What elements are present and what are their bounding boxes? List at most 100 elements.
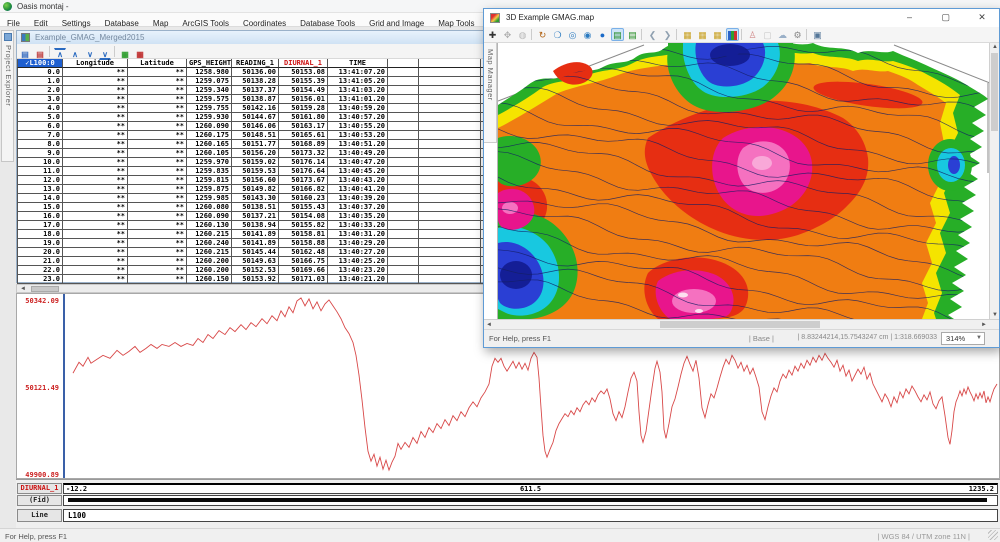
table-cell[interactable]: 50145.44 <box>232 248 279 257</box>
scrollbar-thumb[interactable] <box>31 286 59 292</box>
table-cell[interactable]: 1260.165 <box>187 140 232 149</box>
table-cell[interactable]: 50137.21 <box>232 212 279 221</box>
table-cell[interactable]: 50166.82 <box>279 185 328 194</box>
table-cell[interactable] <box>419 95 481 104</box>
table-cell[interactable] <box>388 131 419 140</box>
table-cell[interactable]: 13.0 <box>17 185 63 194</box>
table-cell[interactable]: 50138.87 <box>232 95 279 104</box>
table-cell[interactable]: ** <box>63 176 128 185</box>
table-cell[interactable] <box>419 77 481 86</box>
column-header[interactable]: Longitude <box>63 59 128 68</box>
menu-file[interactable]: File <box>0 17 27 30</box>
table-cell[interactable]: 13:40:59.20 <box>328 104 388 113</box>
table-cell[interactable]: 1260.080 <box>187 203 232 212</box>
table-cell[interactable]: ** <box>128 77 187 86</box>
table-cell[interactable] <box>388 275 419 284</box>
table-cell[interactable]: 1260.130 <box>187 221 232 230</box>
table-cell[interactable]: ** <box>128 131 187 140</box>
view-preset-3-icon[interactable]: ▦ <box>711 28 724 41</box>
table-cell[interactable]: 11.0 <box>17 167 63 176</box>
table-cell[interactable]: 50138.51 <box>232 203 279 212</box>
table-cell[interactable]: 50148.51 <box>232 131 279 140</box>
table-cell[interactable]: 1259.340 <box>187 86 232 95</box>
table-cell[interactable] <box>388 230 419 239</box>
table-cell[interactable]: 50138.28 <box>232 77 279 86</box>
table-cell[interactable]: 1258.980 <box>187 68 232 77</box>
table-cell[interactable]: 50156.60 <box>232 176 279 185</box>
table-cell[interactable]: ** <box>63 131 128 140</box>
table-cell[interactable]: 16.0 <box>17 212 63 221</box>
table-cell[interactable]: ** <box>63 149 128 158</box>
table-cell[interactable] <box>419 185 481 194</box>
table-cell[interactable]: 1260.150 <box>187 275 232 284</box>
table-cell[interactable]: 1.0 <box>17 77 63 86</box>
table-cell[interactable]: ** <box>63 194 128 203</box>
chart-view-icon[interactable] <box>726 28 739 41</box>
table-cell[interactable]: 12.0 <box>17 176 63 185</box>
wireframe-view-icon[interactable]: ▤ <box>626 28 639 41</box>
table-cell[interactable]: 13:40:57.20 <box>328 113 388 122</box>
table-cell[interactable]: ** <box>63 158 128 167</box>
table-cell[interactable]: 50155.43 <box>279 203 328 212</box>
table-cell[interactable]: 18.0 <box>17 230 63 239</box>
table-cell[interactable]: ** <box>128 266 187 275</box>
map3d-vertical-scrollbar[interactable]: ▲ ▼ <box>989 43 999 319</box>
table-cell[interactable]: 13:40:53.20 <box>328 131 388 140</box>
scroll-down-icon[interactable]: ▼ <box>990 312 1000 318</box>
table-cell[interactable]: 50156.01 <box>279 95 328 104</box>
table-cell[interactable]: 50149.63 <box>232 257 279 266</box>
table-cell[interactable]: ** <box>128 140 187 149</box>
table-cell[interactable]: 1260.215 <box>187 230 232 239</box>
table-cell[interactable] <box>419 275 481 284</box>
table-cell[interactable]: 9.0 <box>17 149 63 158</box>
table-cell[interactable] <box>419 122 481 131</box>
channel-label[interactable]: DIURNAL_1 <box>17 483 62 494</box>
table-cell[interactable]: 1260.200 <box>187 257 232 266</box>
table-cell[interactable]: 50159.28 <box>279 104 328 113</box>
table-cell[interactable]: 0.0 <box>17 68 63 77</box>
table-cell[interactable]: 50154.08 <box>279 212 328 221</box>
table-cell[interactable] <box>388 113 419 122</box>
column-header[interactable]: GPS_HEIGHT <box>187 59 232 68</box>
table-cell[interactable]: 1260.105 <box>187 149 232 158</box>
table-cell[interactable] <box>419 239 481 248</box>
table-cell[interactable] <box>388 104 419 113</box>
table-cell[interactable]: 1260.200 <box>187 266 232 275</box>
table-cell[interactable]: ** <box>128 203 187 212</box>
zoom-level-dropdown[interactable]: 314% ▼ <box>941 332 985 345</box>
map3d-title-bar[interactable]: 3D Example GMAG.map – ▢ ✕ <box>484 9 999 27</box>
table-cell[interactable]: ** <box>63 77 128 86</box>
table-cell[interactable]: ** <box>63 248 128 257</box>
table-cell[interactable]: 50137.37 <box>232 86 279 95</box>
table-cell[interactable]: 1259.970 <box>187 158 232 167</box>
table-cell[interactable]: 50142.16 <box>232 104 279 113</box>
table-cell[interactable]: 14.0 <box>17 194 63 203</box>
table-cell[interactable]: 1259.835 <box>187 167 232 176</box>
table-cell[interactable]: ** <box>63 167 128 176</box>
table-cell[interactable] <box>388 203 419 212</box>
table-cell[interactable]: ** <box>63 140 128 149</box>
fid-scale-strip[interactable]: -12.2 611.5 1235.2 <box>63 483 998 494</box>
table-cell[interactable] <box>419 248 481 257</box>
column-header[interactable] <box>388 59 419 68</box>
table-cell[interactable] <box>419 212 481 221</box>
back-nav-icon[interactable]: ❮ <box>646 28 659 41</box>
menu-coordinates[interactable]: Coordinates <box>236 17 293 30</box>
menu-arcgis-tools[interactable]: ArcGIS Tools <box>175 17 236 30</box>
table-cell[interactable] <box>388 86 419 95</box>
column-header[interactable]: TIME <box>328 59 388 68</box>
table-cell[interactable]: ** <box>128 239 187 248</box>
table-cell[interactable] <box>388 95 419 104</box>
menu-map-tools[interactable]: Map Tools <box>431 17 481 30</box>
orbit-tool-icon[interactable]: ❍ <box>551 28 564 41</box>
table-cell[interactable]: ** <box>63 212 128 221</box>
table-cell[interactable]: 50169.66 <box>279 266 328 275</box>
scroll-right-icon[interactable]: ► <box>981 322 987 328</box>
scroll-left-icon[interactable]: ◄ <box>486 322 492 328</box>
table-cell[interactable]: 13:40:45.20 <box>328 167 388 176</box>
table-cell[interactable]: 5.0 <box>17 113 63 122</box>
table-cell[interactable]: ** <box>128 230 187 239</box>
table-cell[interactable]: 50151.77 <box>232 140 279 149</box>
menu-database-tools[interactable]: Database Tools <box>293 17 362 30</box>
table-cell[interactable]: ** <box>128 248 187 257</box>
